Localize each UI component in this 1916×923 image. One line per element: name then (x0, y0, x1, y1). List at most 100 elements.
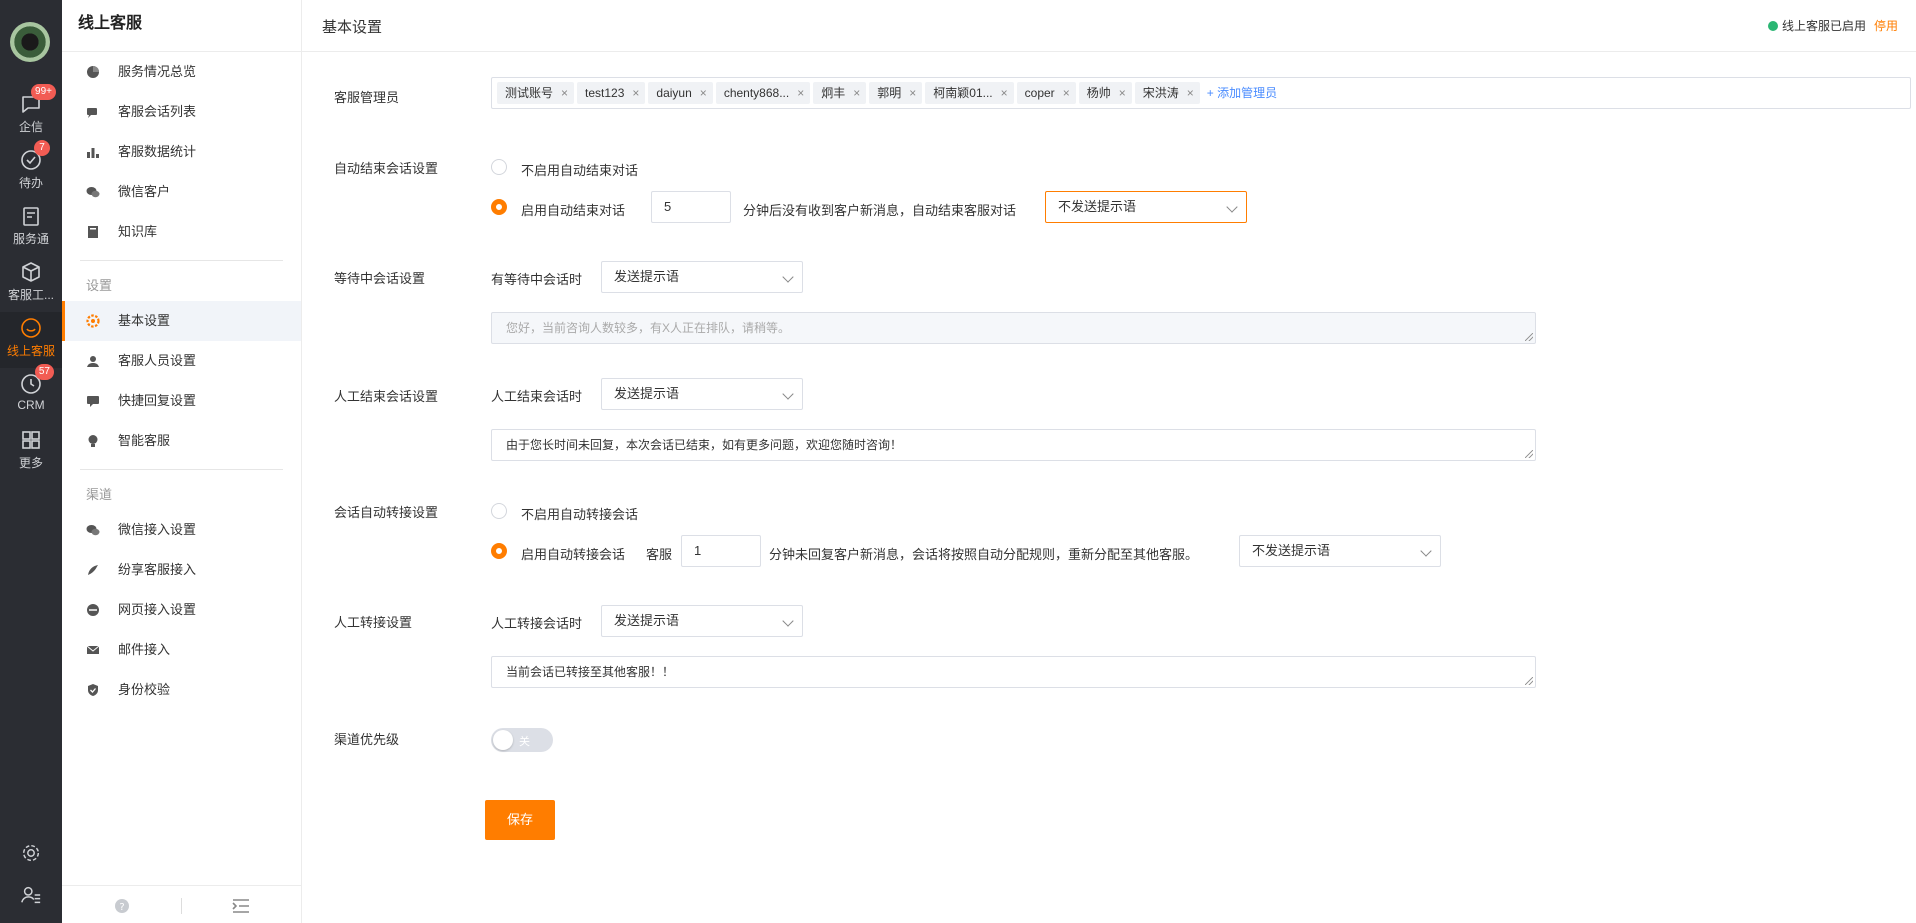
textarea-value: 由于您长时间未回复，本次会话已结束，如有更多问题，欢迎您随时咨询！ (506, 438, 903, 452)
sidebar-item-smart-service[interactable]: 智能客服 (62, 421, 301, 461)
auto-end-desc: 分钟后没有收到客户新消息，自动结束客服对话 (743, 203, 1017, 218)
auto-end-message-select[interactable]: 不发送提示语 (1045, 191, 1247, 223)
sidebar-item-identity-check[interactable]: 身份校验 (62, 670, 301, 710)
waiting-message-select[interactable]: 发送提示语 (601, 261, 803, 293)
gear-icon (22, 844, 40, 862)
sidebar-item-wechat-access[interactable]: 微信接入设置 (62, 510, 301, 550)
manual-transfer-message-select[interactable]: 发送提示语 (601, 605, 803, 637)
sidebar-item-basic-settings[interactable]: 基本设置 (62, 301, 301, 341)
rail-item-label: 企信 (18, 120, 43, 134)
sidebar-item-fxiaoke-access[interactable]: 纷享客服接入 (62, 550, 301, 590)
status-text: 线上客服已启用 (1781, 19, 1866, 33)
wechat-icon (86, 525, 100, 536)
toggle-knob (493, 730, 513, 750)
sidebar-item-email-access[interactable]: 邮件接入 (62, 630, 301, 670)
browser-icon (87, 604, 99, 616)
auto-transfer-minutes-input[interactable]: 1 (681, 535, 761, 567)
sidebar-item-session-list[interactable]: 客服会话列表 (62, 92, 301, 132)
settings-button[interactable] (0, 842, 62, 867)
manual-transfer-label: 人工转接设置 (334, 615, 413, 630)
auto-end-off-radio[interactable] (491, 159, 507, 175)
chat-icon (87, 108, 97, 118)
admin-tag: 郭明 × (869, 82, 923, 104)
select-value: 发送提示语 (614, 613, 680, 628)
admin-tag: daiyun × (648, 82, 713, 104)
sidebar-item-label: 智能客服 (118, 433, 171, 448)
sidebar-item-statistics[interactable]: 客服数据统计 (62, 132, 301, 172)
save-button[interactable]: 保存 (485, 800, 555, 840)
sidebar-item-label: 身份校验 (118, 682, 171, 697)
add-admin-link[interactable]: + 添加管理员 (1207, 82, 1277, 104)
admin-tag: 测试账号 × (497, 82, 575, 104)
disable-link[interactable]: 停用 (1874, 19, 1898, 33)
rail-item-online-service[interactable]: 线上客服 (0, 312, 62, 368)
smile-icon (21, 318, 41, 338)
select-value: 不发送提示语 (1058, 199, 1137, 214)
sidebar-item-quick-reply[interactable]: 快捷回复设置 (62, 381, 301, 421)
auto-transfer-agent-label: 客服 (646, 547, 673, 562)
resize-handle-icon[interactable] (1525, 450, 1533, 458)
remove-tag-icon[interactable]: × (561, 86, 568, 100)
auto-end-on-radio[interactable] (491, 199, 507, 215)
admin-tag-input[interactable]: 测试账号 × test123 × daiyun × chenty868... × 炯丰 × 郭明 × 柯… (491, 77, 1911, 109)
admin-tag: 宋洪涛 × (1134, 82, 1200, 104)
sidebar-item-overview[interactable]: 服务情况总览 (62, 52, 301, 92)
auto-transfer-off-radio[interactable] (491, 503, 507, 519)
manual-end-message-select[interactable]: 发送提示语 (601, 378, 803, 410)
mail-icon (86, 645, 100, 654)
user-list-icon (21, 886, 41, 904)
help-icon[interactable]: ? (114, 898, 130, 914)
profile-button[interactable] (0, 884, 62, 909)
sidebar-item-knowledge-base[interactable]: 知识库 (62, 212, 301, 252)
auto-end-label: 自动结束会话设置 (334, 161, 439, 176)
sidebar-item-label: 服务情况总览 (118, 64, 197, 79)
chevron-down-icon (782, 271, 794, 283)
manual-transfer-message-textarea[interactable]: 当前会话已转接至其他客服！！ (491, 656, 1536, 688)
rail-item-qixin[interactable]: 99+ 企信 (0, 84, 62, 144)
rail-item-workorder[interactable]: 客服工... (0, 256, 62, 312)
cube-icon (22, 262, 40, 282)
rail-item-more[interactable]: 更多 (0, 424, 62, 480)
remove-tag-icon[interactable]: × (797, 86, 804, 100)
rail-item-label: 线上客服 (6, 344, 55, 358)
waiting-message-textarea[interactable]: 您好，当前咨询人数较多，有X人正在排队，请稍等。 (491, 312, 1536, 344)
sidebar-item-label: 基本设置 (118, 313, 171, 328)
remove-tag-icon[interactable]: × (1187, 86, 1194, 100)
resize-handle-icon[interactable] (1525, 677, 1533, 685)
sidebar-item-web-access[interactable]: 网页接入设置 (62, 590, 301, 630)
collapse-menu-icon[interactable] (232, 898, 250, 914)
remove-tag-icon[interactable]: × (1001, 86, 1008, 100)
rail-item-service[interactable]: 服务通 (0, 200, 62, 256)
remove-tag-icon[interactable]: × (700, 86, 707, 100)
manual-transfer-prefix: 人工转接会话时 (491, 616, 583, 631)
manual-end-message-textarea[interactable]: 由于您长时间未回复，本次会话已结束，如有更多问题，欢迎您随时咨询！ (491, 429, 1536, 461)
waiting-label: 等待中会话设置 (334, 271, 426, 286)
user-avatar[interactable] (10, 22, 50, 62)
sidebar-item-label: 邮件接入 (118, 642, 171, 657)
remove-tag-icon[interactable]: × (1119, 86, 1126, 100)
auto-transfer-on-radio[interactable] (491, 543, 507, 559)
chevron-down-icon (782, 615, 794, 627)
resize-handle-icon[interactable] (1525, 333, 1533, 341)
auto-transfer-message-select[interactable]: 不发送提示语 (1239, 535, 1441, 567)
auto-end-minutes-input[interactable]: 5 (651, 191, 731, 223)
rail-item-crm[interactable]: 57 CRM (0, 364, 62, 424)
remove-tag-icon[interactable]: × (1063, 86, 1070, 100)
textarea-placeholder: 您好，当前咨询人数较多，有X人正在排队，请稍等。 (506, 321, 791, 335)
remove-tag-icon[interactable]: × (853, 86, 860, 100)
clipboard-icon (23, 207, 39, 226)
sidebar-item-label: 快捷回复设置 (118, 393, 197, 408)
channel-priority-toggle[interactable]: 关 (491, 728, 553, 752)
rail-item-label: 客服工... (7, 288, 54, 302)
secondary-sidebar: 线上客服 服务情况总览 客服会话列表 客服数据统计 微信客户 知识库 设置 基本… (62, 0, 302, 923)
sidebar-item-label: 纷享客服接入 (118, 562, 197, 577)
remove-tag-icon[interactable]: × (632, 86, 639, 100)
sidebar-item-agent-settings[interactable]: 客服人员设置 (62, 341, 301, 381)
page-header: 基本设置 线上客服已启用 停用 (302, 0, 1916, 52)
manual-end-label: 人工结束会话设置 (334, 389, 439, 404)
sidebar-item-label: 微信客户 (118, 184, 171, 199)
remove-tag-icon[interactable]: × (909, 86, 916, 100)
rail-item-todo[interactable]: 7 待办 (0, 140, 62, 200)
page-title: 基本设置 (322, 19, 383, 36)
sidebar-item-wechat-customers[interactable]: 微信客户 (62, 172, 301, 212)
